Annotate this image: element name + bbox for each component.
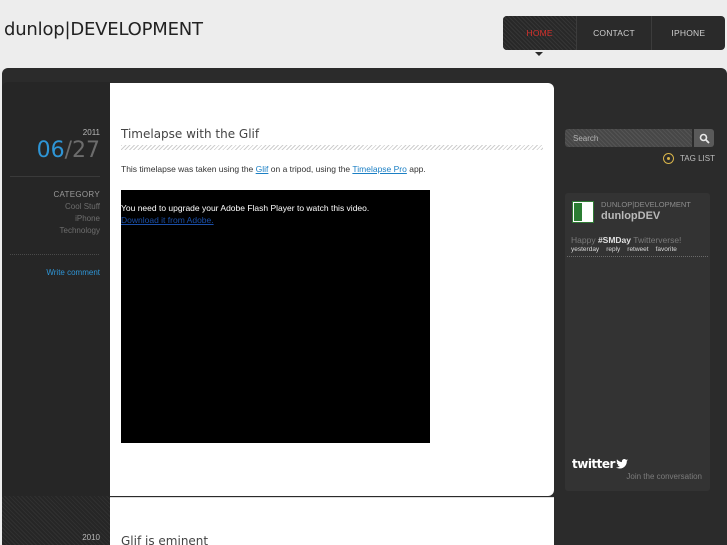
tweet-timestamp[interactable]: yesterday bbox=[571, 246, 599, 253]
post-month: 06 bbox=[36, 138, 65, 163]
video-player[interactable]: You need to upgrade your Adobe Flash Pla… bbox=[121, 190, 430, 443]
timelapse-pro-link[interactable]: Timelapse Pro bbox=[352, 164, 406, 174]
category-link[interactable]: Cool Stuff bbox=[10, 201, 100, 213]
site-title[interactable]: dunlop|DEVELOPMENT bbox=[4, 19, 203, 40]
category-link[interactable]: iPhone bbox=[10, 213, 100, 225]
tweet-text: Happy #SMDay Twitterverse! bbox=[571, 235, 681, 245]
nav-contact[interactable]: CONTACT bbox=[576, 16, 650, 50]
nav-iphone[interactable]: IPHONE bbox=[650, 16, 725, 50]
tweet-hashtag[interactable]: #SMDay bbox=[598, 235, 631, 245]
tag-list-label: TAG LIST bbox=[680, 154, 715, 163]
twitter-bird-icon bbox=[615, 459, 628, 469]
post-card: Glif is eminent bbox=[110, 497, 554, 545]
flash-upgrade-message: You need to upgrade your Adobe Flash Pla… bbox=[121, 203, 370, 213]
post-text: on a tripod, using the bbox=[268, 164, 353, 174]
twitter-handle-small[interactable]: DUNLOP|DEVELOPMENT bbox=[601, 200, 691, 209]
post-year: 2011 bbox=[82, 128, 100, 137]
post-text: This timelapse was taken using the bbox=[121, 164, 256, 174]
twitter-logo[interactable]: twitter bbox=[572, 457, 628, 471]
tweet-text-post: Twitterverse! bbox=[631, 235, 682, 245]
write-comment-link[interactable]: Write comment bbox=[10, 268, 100, 277]
meta-divider bbox=[10, 176, 100, 177]
post-text: app. bbox=[406, 164, 426, 174]
tweet-reply[interactable]: reply bbox=[606, 246, 620, 253]
post-day: /27 bbox=[64, 138, 100, 163]
tweet-favorite[interactable]: favorite bbox=[656, 246, 677, 253]
post-body: This timelapse was taken using the Glif … bbox=[121, 164, 426, 174]
post-categories: CATEGORY Cool Stuff iPhone Technology bbox=[10, 190, 100, 237]
meta-divider bbox=[10, 254, 100, 255]
tweet-divider bbox=[567, 256, 708, 257]
nav-home[interactable]: HOME bbox=[503, 16, 577, 50]
main-nav: HOME CONTACT IPHONE bbox=[503, 16, 725, 56]
tag-icon bbox=[663, 153, 674, 164]
twitter-handle[interactable]: dunlopDEV bbox=[601, 210, 660, 222]
comment-area: Write comment bbox=[10, 268, 100, 277]
tag-list-link[interactable]: TAG LIST bbox=[663, 153, 715, 164]
search-input[interactable] bbox=[565, 129, 692, 147]
nav-active-caret bbox=[535, 52, 543, 56]
category-title: CATEGORY bbox=[53, 190, 100, 199]
join-conversation-link[interactable]: Join the conversation bbox=[626, 472, 702, 481]
tweet-text-pre: Happy bbox=[571, 235, 598, 245]
search-button[interactable] bbox=[694, 129, 714, 147]
avatar[interactable] bbox=[572, 201, 594, 223]
category-link[interactable]: Technology bbox=[10, 225, 100, 237]
post-month-day: 06/27 bbox=[10, 139, 100, 163]
tweet-actions: yesterday reply retweet favorite bbox=[571, 246, 677, 253]
post-card: Timelapse with the Glif This timelapse w… bbox=[110, 83, 554, 496]
download-flash-link[interactable]: Download it from Adobe. bbox=[121, 215, 214, 225]
twitter-logo-text: twitter bbox=[572, 457, 615, 471]
post-title[interactable]: Timelapse with the Glif bbox=[121, 127, 259, 141]
post-year: 2010 bbox=[82, 533, 100, 542]
post-title[interactable]: Glif is eminent bbox=[121, 534, 208, 545]
twitter-widget: DUNLOP|DEVELOPMENT dunlopDEV Happy #SMDa… bbox=[565, 193, 710, 491]
glif-link[interactable]: Glif bbox=[256, 164, 269, 174]
search-icon bbox=[699, 133, 710, 144]
post-date: 2011 06/27 bbox=[10, 128, 100, 163]
tweet-retweet[interactable]: retweet bbox=[627, 246, 648, 253]
title-underline bbox=[121, 145, 543, 150]
